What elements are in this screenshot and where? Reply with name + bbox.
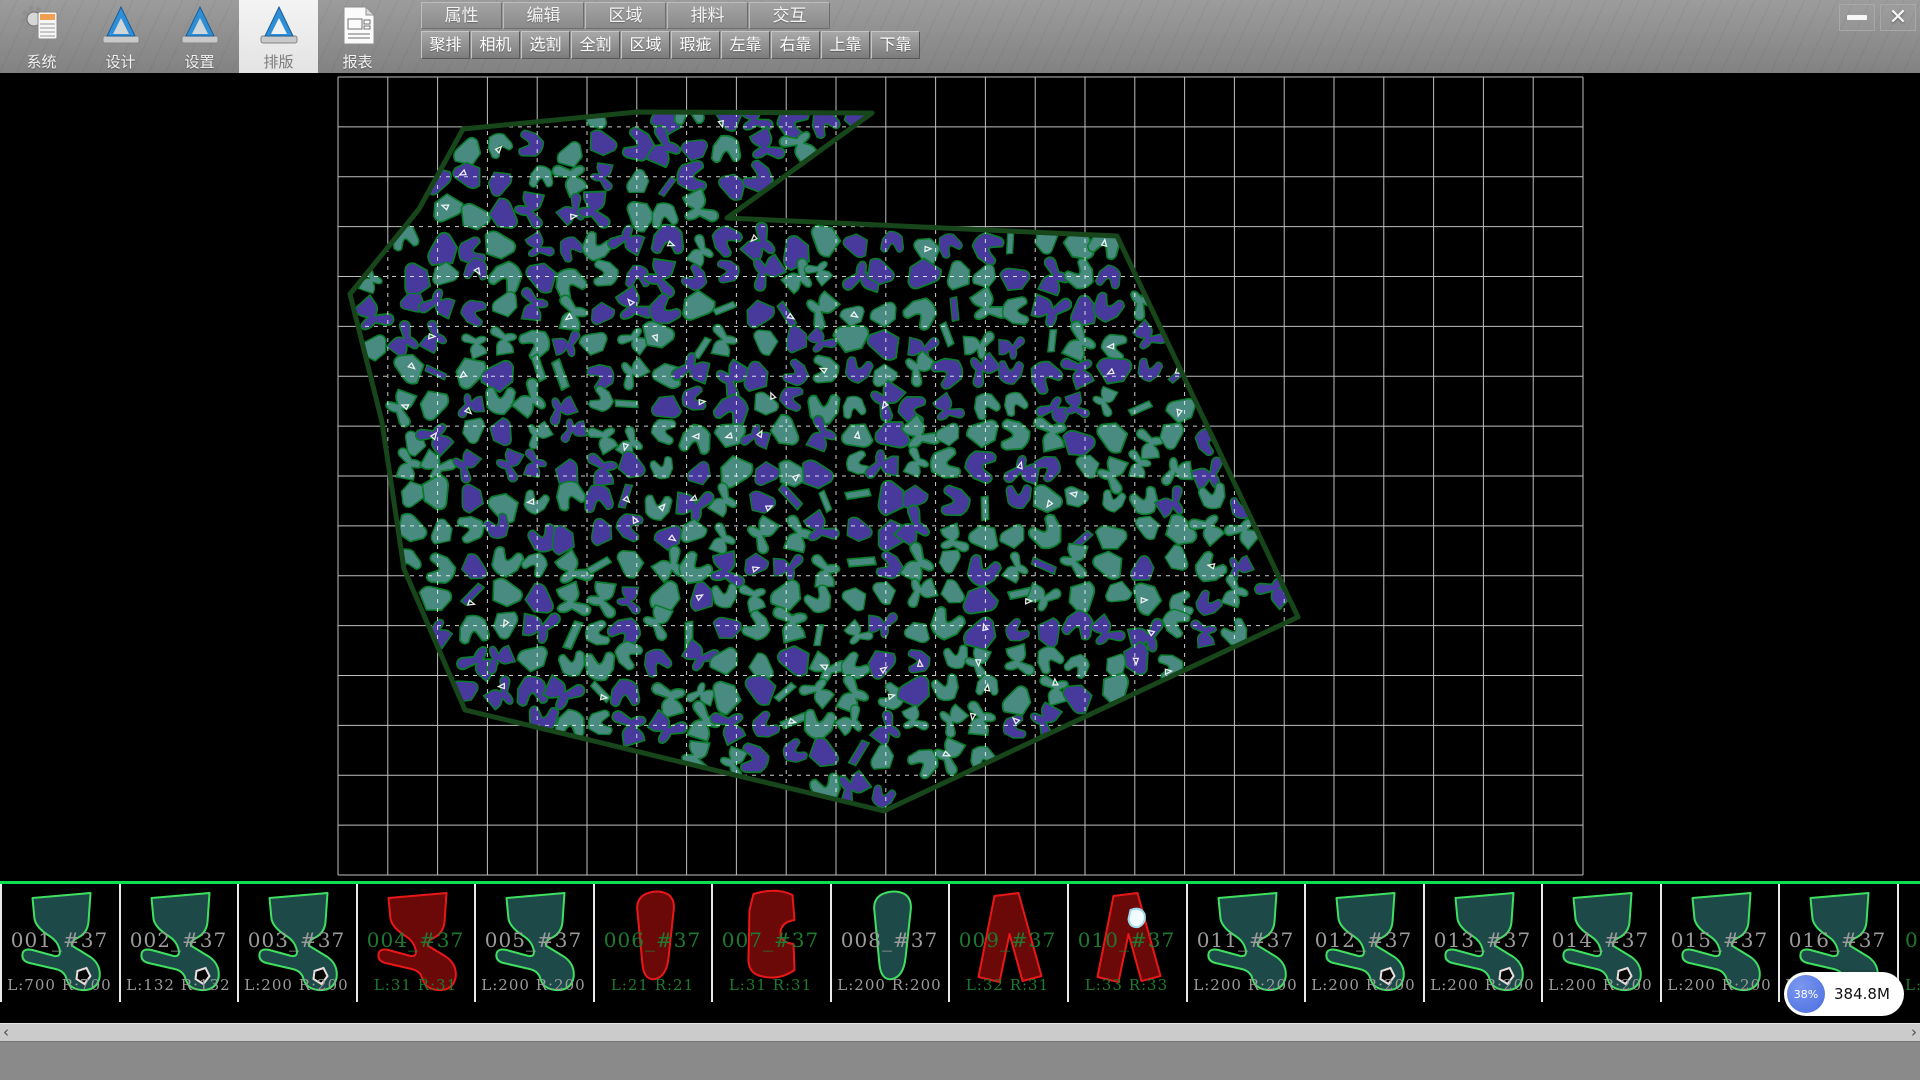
tool-region[interactable]: 区域	[621, 31, 670, 59]
piece-lr-count: L:31 R:31	[713, 976, 828, 994]
piece-lr-count: L:200 R:200	[1188, 976, 1303, 994]
menu-nest[interactable]: 排料	[667, 2, 748, 29]
tool-bar: 聚排 相机 选割 全割 区域 瑕疵 左靠 右靠 上靠 下靠	[421, 31, 921, 59]
window-controls: ✕	[1839, 4, 1916, 31]
scroll-left-icon[interactable]: ‹	[3, 1024, 9, 1042]
menu-edit[interactable]: 编辑	[503, 2, 584, 29]
piece-lr-count: L:200 R:200	[1662, 976, 1777, 994]
piece-lr-count: L:200 R:200	[1425, 976, 1540, 994]
tool-select-cut[interactable]: 选割	[521, 31, 570, 59]
menu-region[interactable]: 区域	[585, 2, 666, 29]
piece-lr-count: L:31 R:31	[358, 976, 473, 994]
piece-id-label: 010_#37	[1069, 928, 1184, 952]
thumbnail-cell[interactable]: 008_#37 L:200 R:200	[830, 884, 947, 1002]
app-tab-label: 排版	[239, 51, 318, 72]
percent-badge: 38%	[1787, 975, 1825, 1013]
piece-lr-count: L:200 R:200	[1306, 976, 1421, 994]
minimize-button[interactable]	[1839, 4, 1875, 31]
app-tab-system[interactable]: 系统	[2, 0, 81, 73]
thumbnail-cell[interactable]: 011_#37 L:200 R:200	[1186, 884, 1303, 1002]
app-tab-label: 设置	[160, 51, 239, 72]
piece-id-label: 009_#37	[950, 928, 1065, 952]
piece-id-label: 012_#37	[1306, 928, 1421, 952]
thumbnail-cell[interactable]: 010_#37 L:33 R:33	[1067, 884, 1184, 1002]
thumbnail-cell[interactable]: 002_#37 L:132 R:132	[119, 884, 236, 1002]
thumbnail-cell[interactable]: 007_#37 L:31 R:31	[711, 884, 828, 1002]
piece-id-label: 006_#37	[595, 928, 710, 952]
piece-lr-count: L:200 R:200	[476, 976, 591, 994]
app-tab-label: 系统	[2, 51, 81, 72]
piece-lr-count: L:200 R:200	[239, 976, 354, 994]
piece-id-label: 003_#37	[239, 928, 354, 952]
app-tab-layout[interactable]: 排版	[239, 0, 318, 73]
piece-lr-count: L:200 R:200	[832, 976, 947, 994]
app-tab-label: 设计	[81, 51, 160, 72]
memory-value: 384.8M	[1834, 985, 1890, 1003]
menu-bar: 属性 编辑 区域 排料 交互	[421, 2, 831, 29]
piece-lr-count: L:21 R:21	[595, 976, 710, 994]
piece-id-label: 002_#37	[121, 928, 236, 952]
tool-defect[interactable]: 瑕疵	[671, 31, 720, 59]
piece-id-label: 011_#37	[1188, 928, 1303, 952]
piece-id-label: 016_#37	[1780, 928, 1895, 952]
app-tab-design[interactable]: 设计	[81, 0, 160, 73]
horizontal-scrollbar[interactable]: ‹ ›	[0, 1023, 1920, 1041]
thumbnail-cell[interactable]: 003_#37 L:200 R:200	[237, 884, 354, 1002]
close-button[interactable]: ✕	[1880, 4, 1916, 31]
thumbnail-cell[interactable]: 015_#37 L:200 R:200	[1660, 884, 1777, 1002]
tool-cut-all[interactable]: 全割	[571, 31, 620, 59]
nest-canvas[interactable]	[0, 73, 1920, 881]
close-icon: ✕	[1889, 7, 1907, 29]
thumbnail-cell[interactable]: 012_#37 L:200 R:200	[1304, 884, 1421, 1002]
tool-snap-right[interactable]: 右靠	[771, 31, 820, 59]
app-tab-label: 报表	[318, 51, 397, 72]
app-window: 系统 设计 设置	[0, 0, 1920, 1080]
thumbnail-cell[interactable]: 001_#37 L:700 R:700	[0, 884, 117, 1002]
tool-snap-left[interactable]: 左靠	[721, 31, 770, 59]
piece-id-label: 017_#37	[1899, 928, 1920, 952]
piece-id-label: 001_#37	[2, 928, 117, 952]
main-toolbar: 系统 设计 设置	[0, 0, 1920, 73]
menu-properties[interactable]: 属性	[421, 2, 502, 29]
tool-camera[interactable]: 相机	[471, 31, 520, 59]
piece-id-label: 005_#37	[476, 928, 591, 952]
thumbnail-cell[interactable]: 006_#37 L:21 R:21	[593, 884, 710, 1002]
piece-lr-count: L:200 R:200	[1543, 976, 1658, 994]
app-tab-setup[interactable]: 设置	[160, 0, 239, 73]
piece-id-label: 008_#37	[832, 928, 947, 952]
piece-id-label: 004_#37	[358, 928, 473, 952]
app-tab-bar: 系统 设计 设置	[2, 0, 397, 73]
thumbnail-cell[interactable]: 005_#37 L:200 R:200	[474, 884, 591, 1002]
thumbnail-cell[interactable]: 004_#37 L:31 R:31	[356, 884, 473, 1002]
minimize-icon	[1847, 15, 1867, 20]
piece-thumbnail-strip: 001_#37L:700 R:700002_#37L:132 R:132003_…	[0, 884, 1920, 1002]
scroll-right-icon[interactable]: ›	[1911, 1024, 1917, 1042]
status-bar	[0, 1041, 1920, 1080]
piece-id-label: 014_#37	[1543, 928, 1658, 952]
app-tab-report[interactable]: 报表	[318, 0, 397, 73]
nest-canvas-area[interactable]	[0, 73, 1920, 881]
tool-cluster-nest[interactable]: 聚排	[421, 31, 470, 59]
piece-id-label: 007_#37	[713, 928, 828, 952]
thumbnail-cell[interactable]: 013_#37 L:200 R:200	[1423, 884, 1540, 1002]
piece-id-label: 015_#37	[1662, 928, 1777, 952]
piece-lr-count: L:33 R:33	[1069, 976, 1184, 994]
menu-interact[interactable]: 交互	[749, 2, 830, 29]
tool-snap-top[interactable]: 上靠	[821, 31, 870, 59]
piece-lr-count: L:132 R:132	[121, 976, 236, 994]
piece-id-label: 013_#37	[1425, 928, 1540, 952]
piece-lr-count: L:700 R:700	[2, 976, 117, 994]
thumbnail-cell[interactable]: 009_#37 L:32 R:31	[948, 884, 1065, 1002]
tool-snap-bottom[interactable]: 下靠	[871, 31, 920, 59]
piece-lr-count: L:32 R:31	[950, 976, 1065, 994]
memory-indicator[interactable]: 38% 384.8M	[1784, 972, 1904, 1016]
thumbnail-cell[interactable]: 014_#37 L:200 R:200	[1541, 884, 1658, 1002]
